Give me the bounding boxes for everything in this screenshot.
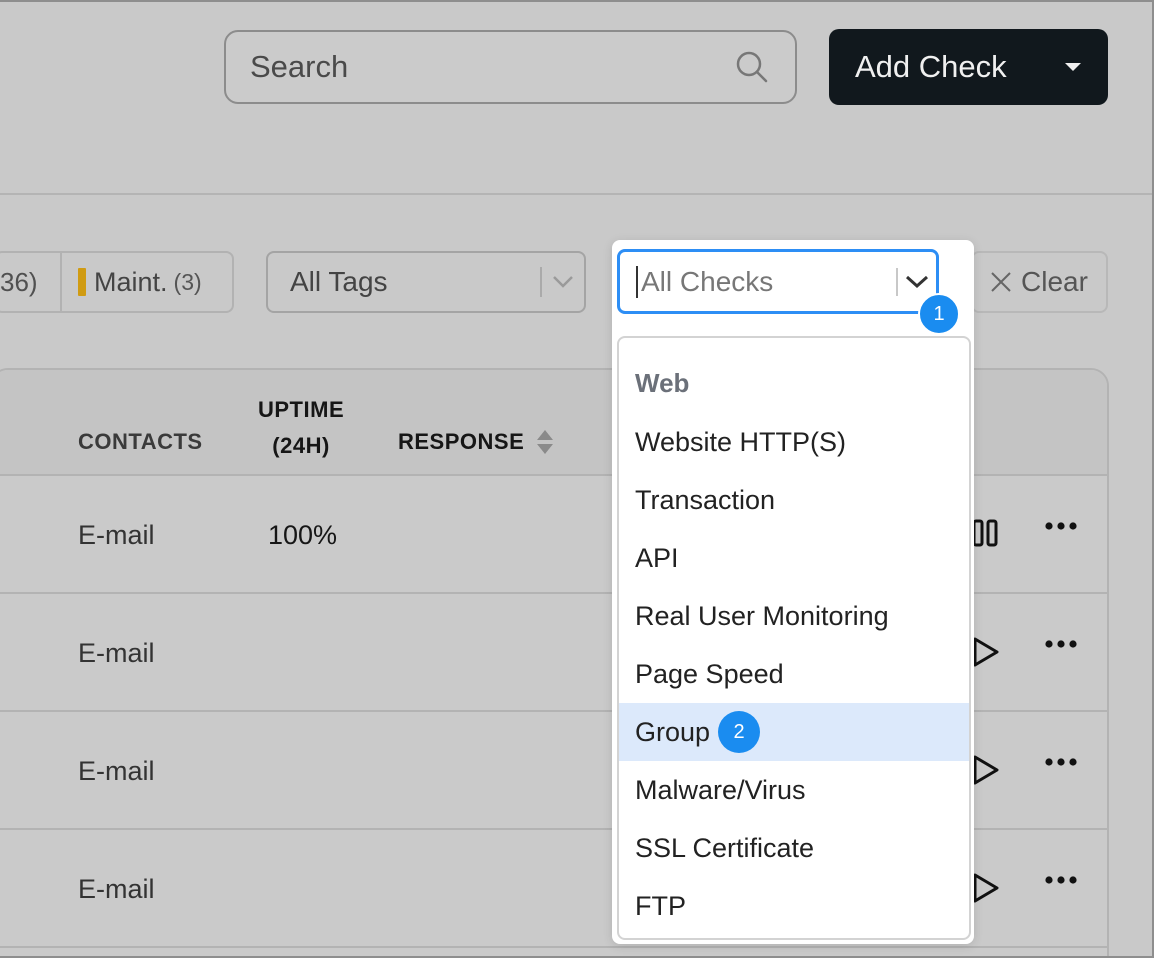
clear-filters-button[interactable]: Clear — [971, 251, 1108, 313]
play-icon[interactable] — [972, 754, 1000, 791]
play-icon[interactable] — [972, 872, 1000, 909]
maintenance-label: Maint. — [94, 266, 168, 297]
column-header-uptime-line1: UPTIME — [258, 397, 345, 422]
menu-option-label: Malware/Virus — [635, 774, 806, 805]
caret-down-icon[interactable] — [1038, 61, 1108, 73]
column-header-uptime-line2: (24H) — [272, 433, 330, 458]
add-check-label: Add Check — [855, 49, 1007, 84]
search-box[interactable] — [224, 30, 797, 104]
step-badge-1: 1 — [918, 293, 960, 335]
menu-group-label: Web — [635, 368, 690, 398]
sort-icon[interactable] — [536, 429, 554, 455]
row-contact: E-mail — [78, 874, 155, 904]
status-chip-up[interactable]: 36) — [0, 253, 62, 311]
check-type-select[interactable]: All Checks — [617, 249, 939, 314]
search-input[interactable] — [250, 49, 733, 85]
menu-option-label: API — [635, 542, 679, 573]
column-header-uptime: UPTIME (24H) — [258, 392, 344, 464]
tags-select[interactable]: All Tags — [266, 251, 586, 313]
row-contact: E-mail — [78, 638, 155, 668]
menu-option-label: Website HTTP(S) — [635, 426, 847, 457]
add-check-button[interactable]: Add Check — [829, 29, 1108, 105]
chevron-down-icon[interactable] — [542, 275, 584, 289]
close-icon — [989, 270, 1013, 294]
menu-option-label: Transaction — [635, 484, 776, 515]
more-options-icon[interactable] — [1044, 872, 1078, 890]
menu-option-label: FTP — [635, 890, 686, 921]
more-options-icon[interactable] — [1044, 636, 1078, 654]
status-chip-count: 36) — [0, 266, 38, 297]
maintenance-count: (3) — [173, 268, 202, 295]
more-options-icon[interactable] — [1044, 754, 1078, 772]
search-icon[interactable] — [733, 48, 771, 86]
chevron-down-icon[interactable] — [898, 275, 936, 289]
menu-option-ftp[interactable]: FTP — [619, 877, 969, 935]
menu-option-transaction[interactable]: Transaction — [619, 471, 969, 529]
menu-option-page-speed[interactable]: Page Speed — [619, 645, 969, 703]
maintenance-color-bar — [78, 268, 86, 296]
column-header-response[interactable]: RESPONSE — [398, 429, 554, 455]
more-options-icon[interactable] — [1044, 518, 1078, 536]
menu-option-website-https[interactable]: Website HTTP(S) — [619, 413, 969, 471]
menu-option-label: SSL Certificate — [635, 832, 815, 863]
clear-label: Clear — [1021, 266, 1088, 297]
menu-option-label: Page Speed — [635, 658, 784, 689]
check-type-select-value: All Checks — [641, 265, 774, 297]
column-header-contacts: CONTACTS — [78, 429, 203, 454]
text-cursor — [636, 265, 638, 298]
menu-option-malware-virus[interactable]: Malware/Virus — [619, 761, 969, 819]
menu-option-label: Real User Monitoring — [635, 600, 889, 631]
row-contact: E-mail — [78, 520, 155, 550]
row-contact: E-mail — [78, 756, 155, 786]
pause-icon[interactable] — [972, 518, 1000, 553]
status-chip-maintenance[interactable]: Maint. (3) — [62, 253, 202, 311]
menu-option-api[interactable]: API — [619, 529, 969, 587]
play-icon[interactable] — [972, 636, 1000, 673]
column-header-response-label: RESPONSE — [398, 429, 525, 454]
menu-option-ssl-certificate[interactable]: SSL Certificate — [619, 819, 969, 877]
menu-option-label: Group — [635, 716, 711, 747]
header-divider — [0, 193, 1154, 195]
tags-select-value: All Tags — [290, 266, 388, 297]
step-badge-2: 2 — [718, 711, 761, 753]
menu-option-real-user-monitoring[interactable]: Real User Monitoring — [619, 587, 969, 645]
check-type-menu: Web Website HTTP(S) Transaction API Real… — [617, 336, 971, 940]
row-uptime: 100% — [268, 520, 338, 550]
menu-option-group[interactable]: Group 2 — [619, 703, 969, 761]
status-filter-group: 36) Maint. (3) — [0, 251, 234, 313]
